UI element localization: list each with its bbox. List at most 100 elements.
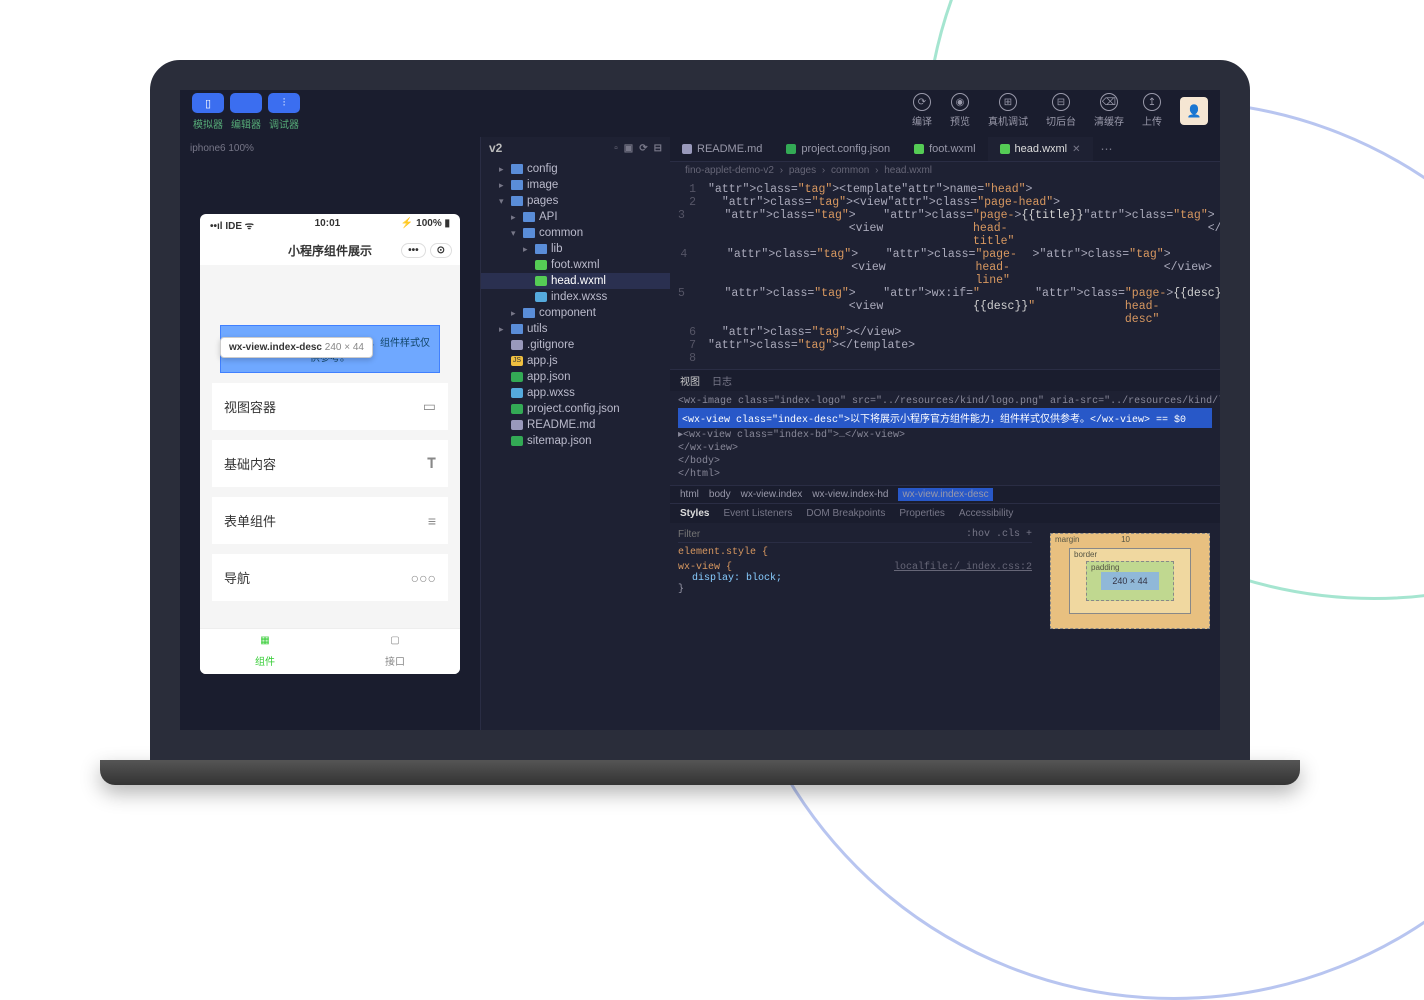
- tree-item-config[interactable]: ▸ config: [481, 161, 670, 177]
- tree-item-project.config.json[interactable]: project.config.json: [481, 401, 670, 417]
- laptop-frame: 项目 帮助 — ▢ ✕ v2-FinClip小程序开发工具 ▯ 模拟器 编辑器: [150, 60, 1250, 785]
- code-editor[interactable]: 1"attr">class="tag"><template "attr">nam…: [670, 179, 1220, 369]
- tree-item-README.md[interactable]: README.md: [481, 417, 670, 433]
- camera-dot: [696, 72, 704, 80]
- phone-frame: ••ıl IDE ᯤ 10:01 ⚡ 100% ▮ 小程序组件展示 ••• ⊙: [200, 214, 460, 674]
- panel-tab-4[interactable]: Accessibility: [959, 508, 1013, 519]
- tree-item-head.wxml[interactable]: head.wxml: [481, 273, 670, 289]
- editor-tab-2[interactable]: foot.wxml: [902, 137, 987, 161]
- new-folder-icon[interactable]: ▣: [624, 143, 633, 154]
- devtools-panel-tabs: Styles Event Listeners DOM Breakpoints Prop…: [670, 503, 1220, 523]
- panel-tab-1[interactable]: Event Listeners: [723, 508, 792, 519]
- component-card-2[interactable]: 表单组件≡: [212, 497, 448, 544]
- titlebar: v2-FinClip小程序开发工具: [180, 71, 1220, 87]
- styles-panel: :hov .cls + element.style { </span> <div…: [670, 523, 1040, 730]
- tree-item-app.js[interactable]: JS app.js: [481, 353, 670, 369]
- dom-tree[interactable]: <wx-image class="index-logo" src="../res…: [670, 391, 1220, 485]
- tree-item-.gitignore[interactable]: .gitignore: [481, 337, 670, 353]
- panel-tab-3[interactable]: Properties: [899, 508, 945, 519]
- editor-panel: README.md project.config.json foot.wxml …: [670, 137, 1220, 730]
- tree-item-app.json[interactable]: app.json: [481, 369, 670, 385]
- tab-close-icon: ✕: [1072, 144, 1080, 155]
- panel-tab-2[interactable]: DOM Breakpoints: [806, 508, 885, 519]
- css-rule-0[interactable]: element.style {: [678, 547, 1032, 558]
- laptop-base: [100, 760, 1300, 785]
- phone-tabbar: ▦组件 ▢接口: [200, 628, 460, 674]
- component-card-0[interactable]: 视图容器▭: [212, 383, 448, 430]
- dom-node-5[interactable]: </html>: [678, 468, 1212, 481]
- css-rule-2[interactable]: localfile:/_index.css:2 wx-view {display…: [678, 562, 1032, 595]
- action-切后台[interactable]: ⊟切后台: [1046, 93, 1076, 128]
- crumb-1[interactable]: body: [709, 489, 731, 500]
- dom-node-0[interactable]: <wx-image class="index-logo" src="../res…: [678, 395, 1212, 408]
- status-battery: ⚡ 100% ▮: [401, 218, 450, 232]
- tree-item-lib[interactable]: ▸ lib: [481, 241, 670, 257]
- refresh-icon[interactable]: ⟳: [639, 143, 647, 154]
- tree-item-sitemap.json[interactable]: sitemap.json: [481, 433, 670, 449]
- device-info: iphone6 100%: [190, 141, 470, 164]
- action-清缓存[interactable]: ⌫清缓存: [1094, 93, 1124, 128]
- bm-border-label: border: [1074, 550, 1097, 559]
- editor-tab-3[interactable]: head.wxml✕: [988, 137, 1093, 161]
- tree-item-app.wxss[interactable]: app.wxss: [481, 385, 670, 401]
- phone-statusbar: ••ıl IDE ᯤ 10:01 ⚡ 100% ▮: [200, 214, 460, 236]
- tree-item-image[interactable]: ▸ image: [481, 177, 670, 193]
- dt-tab-elements[interactable]: 视图: [680, 373, 700, 388]
- toolbar-2[interactable]: ⫶ 调试器: [268, 93, 300, 131]
- filter-input[interactable]: [678, 529, 966, 540]
- nav-title: 小程序组件展示: [288, 242, 372, 259]
- tree-item-utils[interactable]: ▸ utils: [481, 321, 670, 337]
- dom-node-3[interactable]: </wx-view>: [678, 442, 1212, 455]
- crumb-3[interactable]: wx-view.index-hd: [812, 489, 888, 500]
- tree-header: v2 ▫ ▣ ⟳ ⊟: [481, 137, 670, 159]
- filter-actions[interactable]: :hov .cls +: [966, 529, 1032, 540]
- crumb-2[interactable]: wx-view.index: [741, 489, 803, 500]
- devtools: 视图 日志 <wx-image class="index-logo" src="…: [670, 369, 1220, 730]
- tree-item-foot.wxml[interactable]: foot.wxml: [481, 257, 670, 273]
- dom-breadcrumb: html body wx-view.index wx-view.index-hd wx-…: [670, 485, 1220, 503]
- component-card-3[interactable]: 导航○○○: [212, 554, 448, 601]
- status-signal: ••ıl IDE ᯤ: [210, 218, 254, 232]
- panel-tab-0[interactable]: Styles: [680, 508, 709, 519]
- tree-item-index.wxss[interactable]: index.wxss: [481, 289, 670, 305]
- action-上传[interactable]: ↥上传: [1142, 93, 1162, 128]
- app-title: v2-FinClip小程序开发工具: [637, 71, 764, 87]
- nav-close-button[interactable]: ⊙: [430, 243, 452, 258]
- tree-item-common[interactable]: ▾ common: [481, 225, 670, 241]
- action-预览[interactable]: ◉预览: [950, 93, 970, 128]
- tree-root[interactable]: v2: [489, 141, 502, 155]
- file-tree: ▸ config ▸ image ▾ pages ▸ API ▾ common …: [481, 159, 670, 451]
- nav-more-button[interactable]: •••: [401, 243, 426, 258]
- bm-padding-label: padding: [1091, 563, 1119, 572]
- inspect-tooltip: wx-view.index-desc 240 × 44: [220, 337, 373, 358]
- editor-tab-0[interactable]: README.md: [670, 137, 774, 161]
- action-编译[interactable]: ⟳编译: [912, 93, 932, 128]
- dom-node-4[interactable]: </body>: [678, 455, 1212, 468]
- crumb-4[interactable]: wx-view.index-desc: [898, 488, 992, 501]
- toolbar: ▯ 模拟器 编辑器 ⫶ 调试器 ⟳编译 ◉预览 ⊞真机调试 ⊟切后台 ⌫清缓存 …: [180, 87, 1220, 137]
- dom-node-2[interactable]: ▸<wx-view class="index-bd">…</wx-view>: [678, 428, 1212, 442]
- dt-tab-console[interactable]: 日志: [712, 373, 732, 388]
- dom-node-1[interactable]: <wx-view class="index-desc">以下将展示小程序官方组件…: [678, 408, 1212, 428]
- ide-window: 项目 帮助 — ▢ ✕ v2-FinClip小程序开发工具 ▯ 模拟器 编辑器: [180, 90, 1220, 730]
- toolbar-0[interactable]: ▯ 模拟器: [192, 93, 224, 131]
- tab-overflow-icon[interactable]: ⋯: [1093, 137, 1121, 161]
- editor-tab-1[interactable]: project.config.json: [774, 137, 902, 161]
- tooltip-selector: wx-view.index-desc: [229, 342, 322, 353]
- component-card-1[interactable]: 基础内容𝐓: [212, 440, 448, 487]
- collapse-icon[interactable]: ⊟: [654, 143, 662, 154]
- phone-tab-0[interactable]: ▦组件: [200, 629, 330, 674]
- styles-filter: :hov .cls +: [678, 527, 1032, 543]
- file-explorer: v2 ▫ ▣ ⟳ ⊟ ▸ config ▸ image ▾: [480, 137, 670, 730]
- avatar[interactable]: 👤: [1180, 97, 1208, 125]
- crumb-0[interactable]: html: [680, 489, 699, 500]
- tree-item-pages[interactable]: ▾ pages: [481, 193, 670, 209]
- tree-item-API[interactable]: ▸ API: [481, 209, 670, 225]
- tree-item-component[interactable]: ▸ component: [481, 305, 670, 321]
- toolbar-1[interactable]: 编辑器: [230, 93, 262, 131]
- status-time: 10:01: [315, 218, 341, 232]
- editor-tabs: README.md project.config.json foot.wxml …: [670, 137, 1220, 162]
- phone-tab-1[interactable]: ▢接口: [330, 629, 460, 674]
- action-真机调试[interactable]: ⊞真机调试: [988, 93, 1028, 128]
- new-file-icon[interactable]: ▫: [614, 143, 618, 154]
